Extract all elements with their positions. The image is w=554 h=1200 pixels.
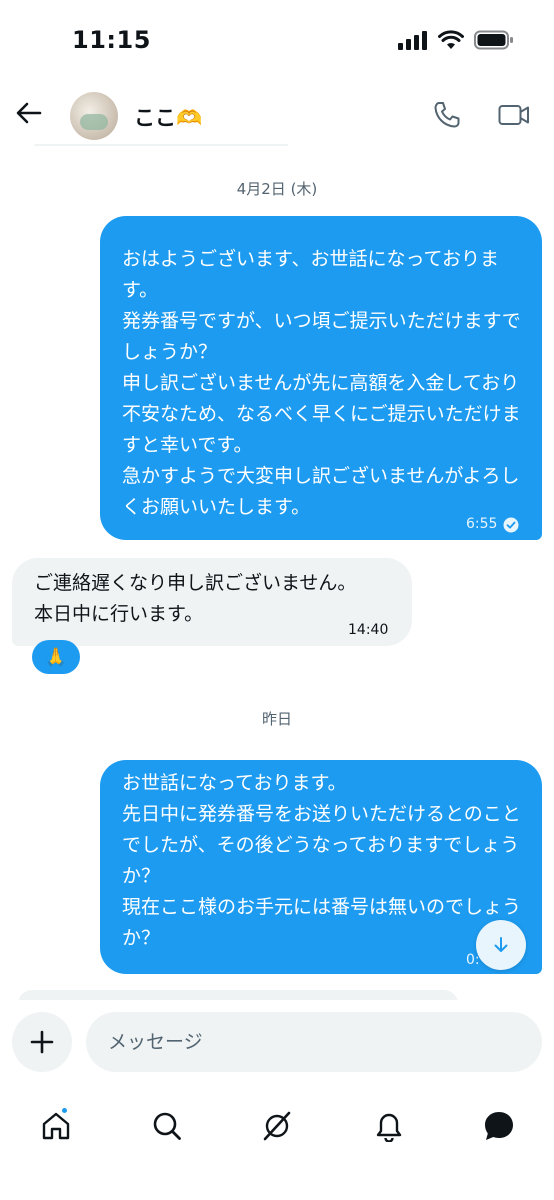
tab-grok[interactable]	[249, 1098, 305, 1154]
video-call-button[interactable]	[497, 98, 531, 132]
search-icon	[153, 1112, 181, 1140]
message-meta: 14:40	[348, 615, 388, 646]
outgoing-message[interactable]: おはようございます、お世話になっております。 発券番号ですが、いつ頃ご提示いただ…	[100, 216, 542, 540]
bottom-tab-bar	[0, 1084, 554, 1200]
wifi-icon	[438, 30, 464, 54]
reaction-badge[interactable]: 🙏	[32, 640, 80, 674]
message-composer	[0, 1000, 554, 1080]
signal-icon	[398, 30, 428, 54]
back-arrow-icon	[16, 102, 42, 124]
previous-message-edge	[34, 144, 288, 146]
message-meta: 6:55	[466, 509, 519, 540]
phone-icon	[434, 102, 460, 128]
avatar[interactable]	[70, 92, 118, 140]
tab-messages[interactable]	[471, 1098, 527, 1154]
back-button[interactable]	[14, 98, 44, 128]
status-icons	[398, 30, 514, 54]
read-check-icon	[503, 517, 519, 532]
tab-notifications[interactable]	[361, 1098, 417, 1154]
notification-dot	[60, 1106, 69, 1115]
date-separator: 昨日	[261, 710, 292, 728]
status-time: 11:15	[72, 26, 151, 54]
conversation-header: ここ🫶	[0, 84, 554, 146]
status-bar: 11:15	[0, 0, 554, 84]
message-time: 6:55	[466, 516, 498, 532]
battery-icon	[474, 30, 514, 54]
plus-icon	[30, 1030, 54, 1054]
incoming-message[interactable]: ご連絡遅くなり申し訳ございません。 本日中に行います。 14:40	[12, 558, 412, 646]
message-text: お世話になっております。 先日中に発券番号をお送りいただけるとのことでしたが、そ…	[122, 772, 522, 949]
contact-name[interactable]: ここ🫶	[134, 102, 202, 132]
add-attachment-button[interactable]	[12, 1012, 72, 1072]
grok-icon	[263, 1111, 291, 1141]
tab-home[interactable]	[28, 1098, 84, 1154]
home-icon	[42, 1112, 70, 1140]
message-input[interactable]	[86, 1012, 542, 1072]
folded-hands-emoji: 🙏	[44, 646, 68, 668]
scroll-to-bottom-button[interactable]	[476, 920, 526, 970]
message-time: 14:40	[348, 622, 389, 638]
arrow-down-icon	[494, 937, 508, 952]
messages-icon	[485, 1112, 513, 1140]
date-separator: 4月2日 (木)	[236, 180, 318, 198]
tab-search[interactable]	[139, 1098, 195, 1154]
video-call-icon	[498, 105, 529, 125]
call-button[interactable]	[430, 98, 464, 132]
bell-icon	[376, 1113, 402, 1142]
message-text: おはようございます、お世話になっております。 発券番号ですが、いつ頃ご提示いただ…	[122, 248, 521, 518]
message-text: ご連絡遅くなり申し訳ございません。 本日中に行います。	[34, 572, 357, 625]
